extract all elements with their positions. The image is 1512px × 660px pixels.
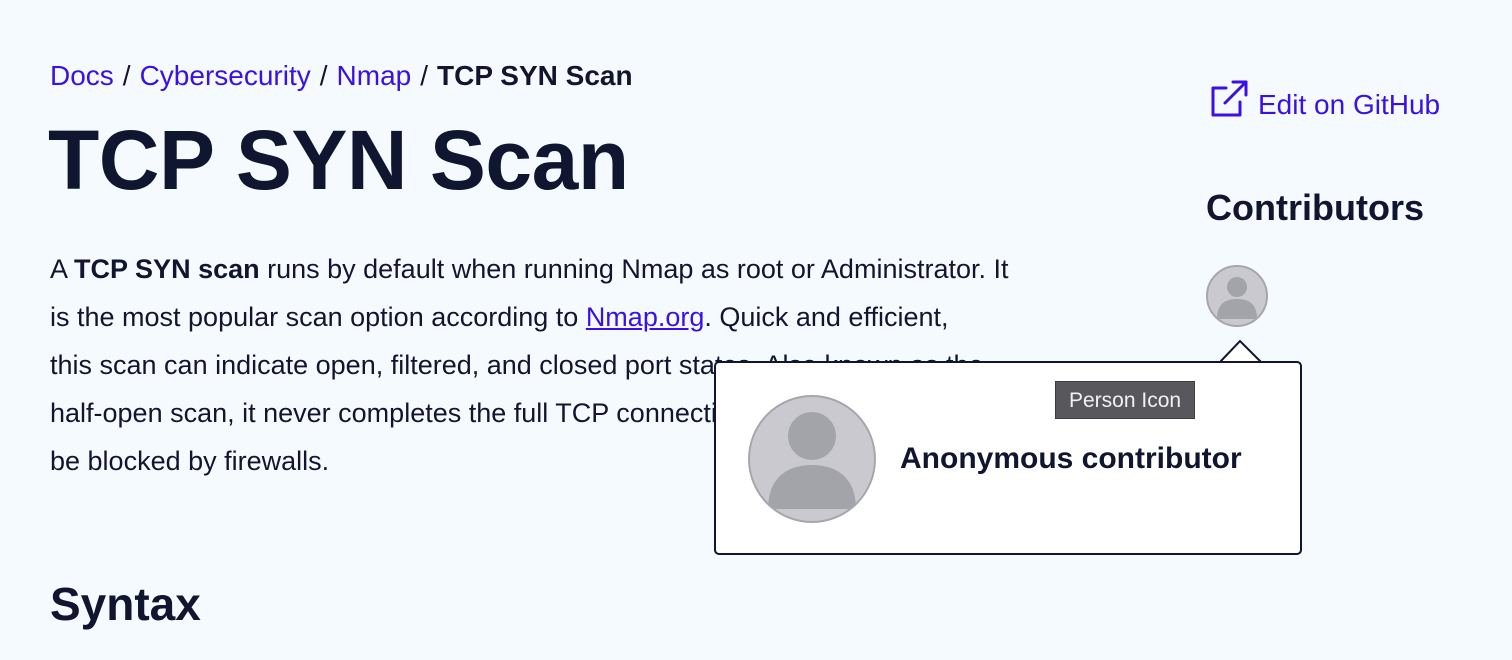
breadcrumb: Docs / Cybersecurity / Nmap / TCP SYN Scan xyxy=(50,56,633,96)
breadcrumb-link-cybersecurity[interactable]: Cybersecurity xyxy=(140,60,311,91)
breadcrumb-current: TCP SYN Scan xyxy=(437,60,633,91)
breadcrumb-link-nmap[interactable]: Nmap xyxy=(337,60,412,91)
person-icon-tooltip: Person Icon xyxy=(1055,381,1196,419)
intro-bold-term: TCP SYN scan xyxy=(74,254,260,284)
breadcrumb-separator: / xyxy=(122,60,131,91)
popover-avatar xyxy=(748,395,876,523)
syntax-heading: Syntax xyxy=(50,578,201,630)
contributor-popover: Anonymous contributor xyxy=(714,361,1302,555)
page-title: TCP SYN Scan xyxy=(48,113,629,207)
breadcrumb-separator: / xyxy=(420,60,429,91)
intro-text: is the most popular scan option accordin… xyxy=(50,302,586,332)
contributor-name: Anonymous contributor xyxy=(900,442,1242,475)
nmap-org-link[interactable]: Nmap.org xyxy=(586,302,705,332)
breadcrumb-link-docs[interactable]: Docs xyxy=(50,60,114,91)
contributors-heading: Contributors xyxy=(1206,187,1424,228)
external-link-icon xyxy=(1208,78,1258,131)
intro-text: . Quick and efficient, xyxy=(704,302,949,332)
edit-on-github-link[interactable]: Edit on GitHub xyxy=(1208,78,1440,131)
intro-line-2: is the most popular scan option accordin… xyxy=(50,293,1160,341)
intro-text: A xyxy=(50,254,75,284)
person-icon xyxy=(1208,277,1266,325)
person-icon xyxy=(750,412,874,521)
intro-line-1: A TCP SYN scan runs by default when runn… xyxy=(50,245,1160,293)
edit-on-github-label: Edit on GitHub xyxy=(1258,88,1441,120)
intro-text: runs by default when running Nmap as roo… xyxy=(259,254,1009,284)
breadcrumb-separator: / xyxy=(319,60,328,91)
contributor-avatar-button[interactable] xyxy=(1206,265,1268,327)
